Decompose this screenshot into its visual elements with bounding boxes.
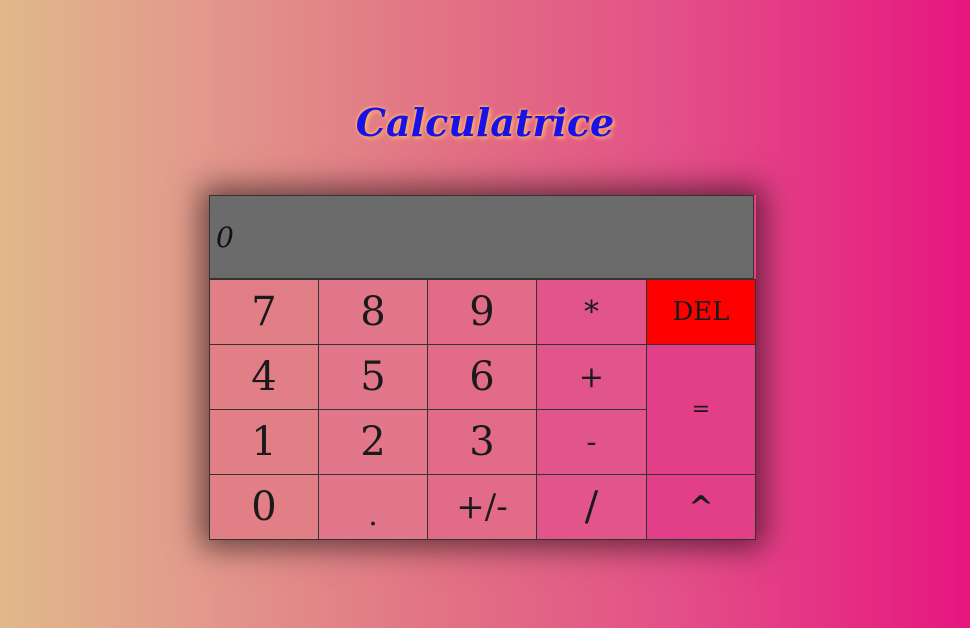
key-3[interactable]: 3 <box>427 409 537 475</box>
key-decimal[interactable]: . <box>318 474 428 540</box>
key-plus[interactable]: + <box>536 344 647 410</box>
key-5[interactable]: 5 <box>318 344 428 410</box>
key-toggle-sign[interactable]: +/- <box>427 474 537 540</box>
key-0[interactable]: 0 <box>209 474 319 540</box>
key-minus[interactable]: - <box>536 409 647 475</box>
key-8[interactable]: 8 <box>318 279 428 345</box>
key-4[interactable]: 4 <box>209 344 319 410</box>
key-1[interactable]: 1 <box>209 409 319 475</box>
key-multiply[interactable]: * <box>536 279 647 345</box>
equals-button[interactable]: = <box>646 344 756 475</box>
key-2[interactable]: 2 <box>318 409 428 475</box>
key-9[interactable]: 9 <box>427 279 537 345</box>
calculator: 0 7 8 9 * DEL 4 5 6 + = 1 2 3 - 0 . +/- … <box>209 195 756 540</box>
key-divide[interactable]: / <box>536 474 647 540</box>
key-power[interactable]: ^ <box>646 474 756 540</box>
page-title: Calculatrice <box>355 100 615 145</box>
delete-button[interactable]: DEL <box>646 279 756 345</box>
calculator-display: 0 <box>209 195 754 279</box>
key-7[interactable]: 7 <box>209 279 319 345</box>
key-6[interactable]: 6 <box>427 344 537 410</box>
